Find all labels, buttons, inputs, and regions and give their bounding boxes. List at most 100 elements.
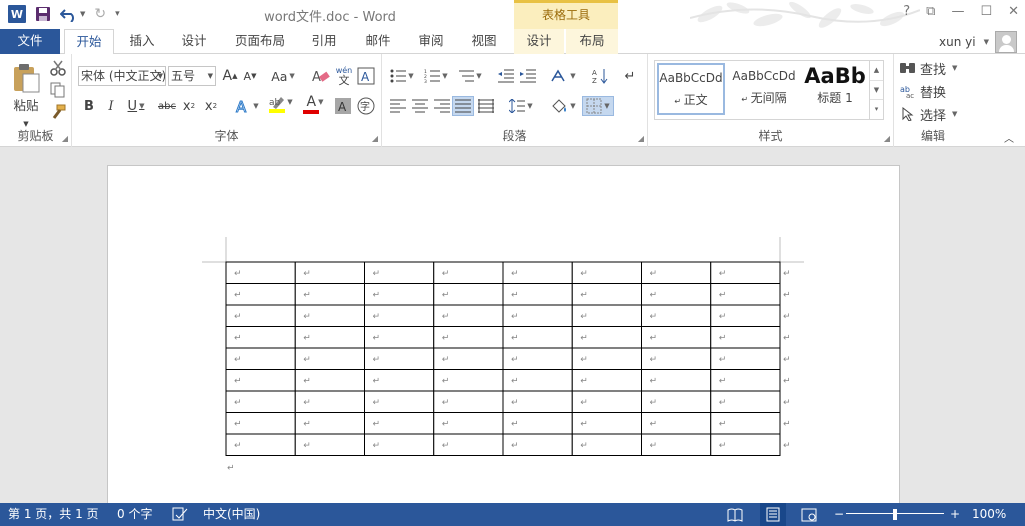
copy-icon[interactable] <box>48 80 68 100</box>
change-case-button[interactable]: Aa ▼ <box>268 66 298 86</box>
styles-more-icon[interactable]: ▾ <box>870 99 883 118</box>
style-normal[interactable]: AaBbCcDd ↵ 正文 <box>657 63 725 115</box>
font-size-dropdown-icon[interactable]: ▼ <box>208 67 213 85</box>
multilevel-dropdown-icon[interactable]: ▼ <box>476 72 481 80</box>
read-mode-icon[interactable] <box>727 507 743 522</box>
justify-icon[interactable] <box>452 96 474 116</box>
text-highlight-color-icon[interactable]: ab ▼ <box>266 94 296 114</box>
select-dropdown-icon[interactable]: ▼ <box>952 110 957 118</box>
change-case-dropdown-icon[interactable]: ▼ <box>289 72 294 80</box>
paste-icon[interactable] <box>8 60 44 96</box>
zoom-in-button[interactable]: + <box>950 503 960 526</box>
web-layout-icon[interactable] <box>801 507 817 522</box>
enclose-characters-icon[interactable]: 字 <box>356 96 376 116</box>
distributed-icon[interactable] <box>476 96 496 116</box>
clipboard-dialog-launcher-icon[interactable]: ◢ <box>62 134 68 143</box>
subscript-icon[interactable]: x2 <box>180 96 198 116</box>
zoom-slider-thumb[interactable] <box>893 509 897 520</box>
character-shading-icon[interactable]: A <box>334 96 352 116</box>
font-dialog-launcher-icon[interactable]: ◢ <box>372 134 378 143</box>
tab-file[interactable]: 文件 <box>0 29 60 54</box>
borders-icon[interactable]: ▼ <box>582 96 614 116</box>
help-icon[interactable]: ? <box>903 4 910 19</box>
collapse-ribbon-icon[interactable]: ︿ <box>1000 130 1018 145</box>
tab-mailings[interactable]: 邮件 <box>356 29 400 54</box>
font-name-combo[interactable]: 宋体 (中文正文) ▼ <box>78 66 166 86</box>
tab-design[interactable]: 设计 <box>170 29 218 54</box>
tab-table-layout[interactable]: 布局 <box>566 29 618 54</box>
bullets-dropdown-icon[interactable]: ▼ <box>408 72 413 80</box>
find-button[interactable]: 查找 ▼ <box>900 58 964 78</box>
tab-references[interactable]: 引用 <box>302 29 346 54</box>
numbering-icon[interactable]: 1 2 3 ▼ <box>422 66 450 86</box>
bold-icon[interactable]: B <box>80 96 98 116</box>
font-color-dropdown-icon[interactable]: ▼ <box>318 98 323 106</box>
ribbon-display-options-icon[interactable]: ⧉ <box>926 4 935 19</box>
grow-font-icon[interactable]: A ▲ <box>220 66 240 86</box>
tab-insert[interactable]: 插入 <box>118 29 166 54</box>
avatar[interactable] <box>995 31 1017 53</box>
text-effects-icon[interactable]: A ▼ <box>232 96 262 116</box>
redo-icon[interactable]: ↻ <box>94 4 106 24</box>
print-layout-icon[interactable] <box>760 503 786 526</box>
numbering-dropdown-icon[interactable]: ▼ <box>442 72 447 80</box>
borders-dropdown-icon[interactable]: ▼ <box>604 102 609 110</box>
styles-dialog-launcher-icon[interactable]: ◢ <box>884 134 890 143</box>
minimize-icon[interactable]: — <box>951 4 964 19</box>
underline-icon[interactable]: U ▼ <box>124 96 148 116</box>
zoom-level[interactable]: 100% <box>972 503 1006 526</box>
maximize-icon[interactable]: ☐ <box>980 4 992 19</box>
undo-dropdown-icon[interactable]: ▼ <box>80 10 85 18</box>
superscript-icon[interactable]: x2 <box>202 96 220 116</box>
styles-scroll-down-icon[interactable]: ▼ <box>870 80 883 99</box>
tab-view[interactable]: 视图 <box>462 29 506 54</box>
close-icon[interactable]: ✕ <box>1008 4 1019 19</box>
zoom-out-button[interactable]: − <box>834 503 844 526</box>
highlight-dropdown-icon[interactable]: ▼ <box>287 98 292 106</box>
font-size-combo[interactable]: 五号 ▼ <box>168 66 216 86</box>
document-table[interactable]: ↵ ↵ ↵ ↵ ↵ ↵ ↵ ↵ ↵ ↵ ↵ ↵ ↵ ↵ ↵ ↵ ↵ ↵ ↵ ↵ ↵ ↵ ↵ ↵ ↵ ↵ ↵ ↵ ↵ ↵ ↵ ↵ ↵ ↵ ↵ ↵ ↵ ↵ ↵ ↵… <box>225 261 791 474</box>
save-icon[interactable] <box>35 4 51 24</box>
tab-page-layout[interactable]: 页面布局 <box>228 29 292 54</box>
customize-qat-icon[interactable]: ▾ <box>115 4 120 24</box>
font-color-icon[interactable]: A ▼ <box>300 94 330 114</box>
styles-scroll-up-icon[interactable]: ▲ <box>870 61 883 80</box>
word-app-icon[interactable]: W <box>8 5 26 23</box>
style-heading-1[interactable]: AaBb 标题 1 <box>803 63 867 115</box>
strikethrough-icon[interactable]: abc <box>156 96 178 116</box>
format-painter-icon[interactable] <box>48 102 68 122</box>
show-hide-marks-icon[interactable]: ↵ <box>620 66 640 86</box>
line-spacing-dropdown-icon[interactable]: ▼ <box>527 102 532 110</box>
user-dropdown-icon[interactable]: ▼ <box>984 38 989 46</box>
sort-icon[interactable]: AZ <box>590 66 612 86</box>
clear-formatting-icon[interactable]: A <box>310 66 332 86</box>
paragraph-dialog-launcher-icon[interactable]: ◢ <box>638 134 644 143</box>
find-dropdown-icon[interactable]: ▼ <box>952 64 957 72</box>
cut-icon[interactable] <box>48 58 68 78</box>
align-right-icon[interactable] <box>432 96 452 116</box>
multilevel-list-icon[interactable]: ▼ <box>456 66 484 86</box>
replace-button[interactable]: ab ac 替换 <box>900 81 964 101</box>
increase-indent-icon[interactable] <box>518 66 538 86</box>
user-name[interactable]: xun yi <box>939 35 976 49</box>
bullets-icon[interactable]: ▼ <box>388 66 416 86</box>
select-button[interactable]: 选择 ▼ <box>900 104 964 124</box>
align-left-icon[interactable] <box>388 96 408 116</box>
paragraph-mark[interactable]: ↵ <box>227 464 235 474</box>
character-border-icon[interactable]: A <box>356 66 376 86</box>
decrease-indent-icon[interactable] <box>496 66 516 86</box>
text-effects-dropdown-icon[interactable]: ▼ <box>253 102 258 110</box>
language[interactable]: 中文(中国) <box>203 503 260 526</box>
document-page[interactable]: ↵ ↵ ↵ ↵ ↵ ↵ ↵ ↵ ↵ ↵ ↵ ↵ ↵ ↵ ↵ ↵ ↵ ↵ ↵ ↵ ↵ ↵ ↵ ↵ ↵ ↵ ↵ ↵ ↵ ↵ ↵ ↵ ↵ ↵ ↵ ↵ ↵ ↵ ↵ ↵… <box>107 165 900 503</box>
word-count[interactable]: 0 个字 <box>117 503 152 526</box>
tab-review[interactable]: 审阅 <box>409 29 453 54</box>
font-name-dropdown-icon[interactable]: ▼ <box>158 67 163 85</box>
user-account[interactable]: xun yi ▼ <box>939 31 1017 53</box>
chinese-layout-dropdown-icon[interactable]: ▼ <box>570 72 575 80</box>
italic-icon[interactable]: I <box>102 96 120 116</box>
paste-button[interactable]: 粘贴 <box>6 94 46 114</box>
page-info[interactable]: 第 1 页，共 1 页 <box>8 503 99 526</box>
shading-icon[interactable]: ▼ <box>548 96 578 116</box>
tab-table-design[interactable]: 设计 <box>514 29 564 54</box>
phonetic-guide-icon[interactable]: wén 文 <box>334 64 354 88</box>
